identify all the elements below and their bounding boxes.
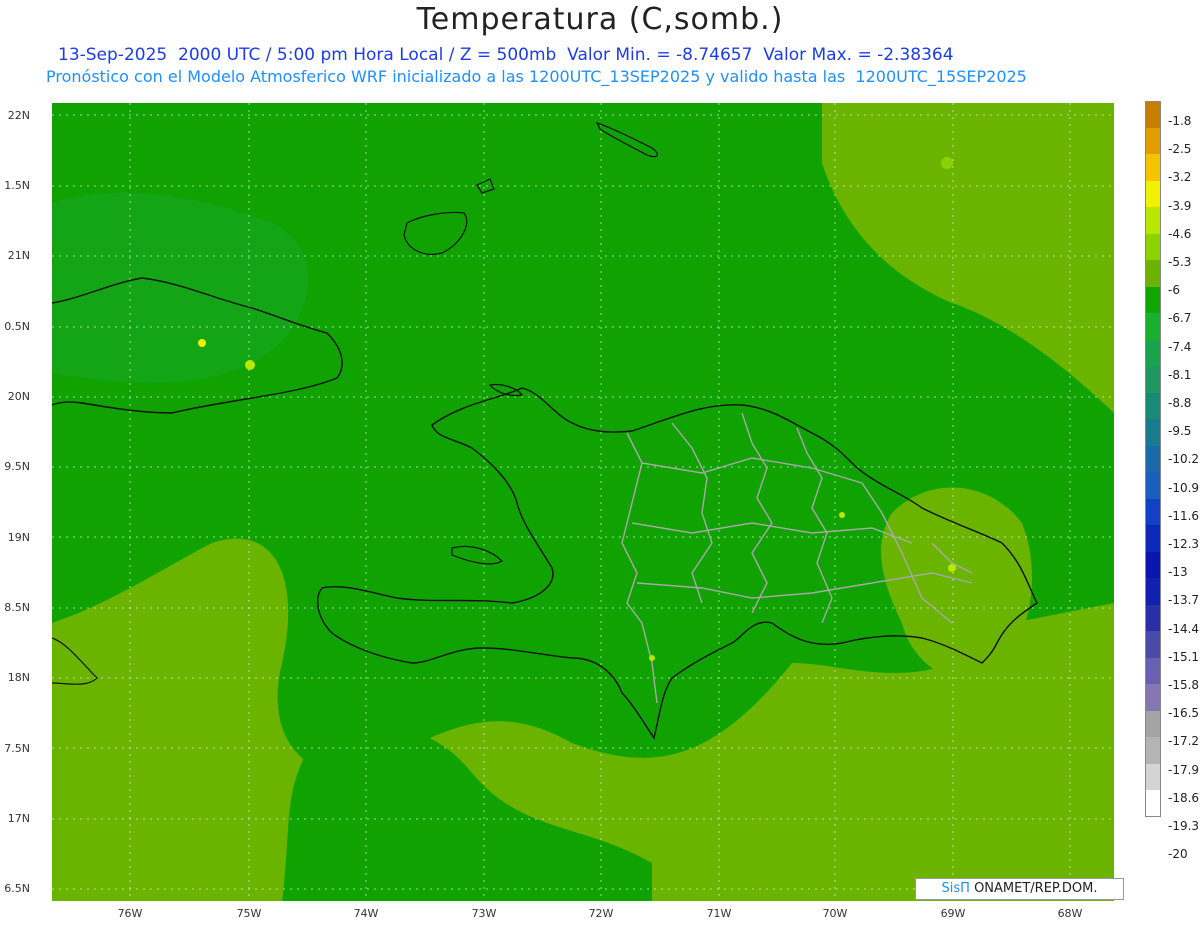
colorbar — [1145, 101, 1161, 817]
brand-logo-text: SisΠ — [941, 881, 970, 896]
lat-label: 8.5N — [4, 601, 30, 614]
colorbar-swatch — [1145, 339, 1161, 366]
colorbar-swatch — [1145, 260, 1161, 287]
colorbar-label: -6.7 — [1168, 311, 1192, 326]
colorbar-swatch — [1145, 790, 1161, 817]
colorbar-swatch — [1145, 207, 1161, 234]
colorbar-label: -9.5 — [1168, 424, 1192, 439]
colorbar-label: -20 — [1168, 847, 1188, 862]
lon-label: 68W — [1057, 907, 1083, 920]
colorbar-label: -1.8 — [1168, 114, 1192, 128]
lat-label: 20N — [7, 390, 30, 403]
colorbar-swatch — [1145, 101, 1161, 128]
colorbar-swatch — [1145, 472, 1161, 499]
colorbar-swatch — [1145, 604, 1161, 631]
colorbar-swatch — [1145, 631, 1161, 658]
lon-label: 71W — [706, 907, 732, 920]
lat-label: 17N — [7, 812, 30, 825]
colorbar-swatch — [1145, 127, 1161, 154]
colorbar-swatch — [1145, 551, 1161, 578]
colorbar-swatch — [1145, 525, 1161, 552]
model-info-subtitle: Pronóstico con el Modelo Atmosferico WRF… — [46, 67, 1027, 86]
colorbar-swatch — [1145, 578, 1161, 605]
colorbar-swatch — [1145, 498, 1161, 525]
colorbar-label: -11.6 — [1168, 508, 1200, 523]
colorbar-swatch — [1145, 684, 1161, 711]
lat-label: 0.5N — [4, 320, 30, 333]
colorbar-label: -3.9 — [1168, 198, 1192, 213]
lat-label: 18N — [7, 671, 30, 684]
colorbar-label: -8.8 — [1168, 396, 1192, 410]
colorbar-label: -14.4 — [1168, 621, 1200, 636]
colorbar-label: -10.2 — [1168, 452, 1200, 467]
colorbar-swatch — [1145, 737, 1161, 764]
lat-label: 19N — [7, 531, 30, 544]
colorbar-swatch — [1145, 710, 1161, 737]
map-title: Temperatura (C,somb.) — [416, 2, 784, 37]
valid-time-subtitle: 13-Sep-2025 2000 UTC / 5:00 pm Hora Loca… — [58, 45, 954, 65]
lat-label: 1.5N — [4, 179, 30, 192]
colorbar-swatch — [1145, 445, 1161, 472]
colorbar-swatch — [1145, 419, 1161, 446]
colorbar-label: -17.9 — [1168, 762, 1200, 777]
colorbar-swatch — [1145, 657, 1161, 684]
colorbar-swatch — [1145, 763, 1161, 790]
colorbar-swatch — [1145, 392, 1161, 419]
colorbar-swatch — [1145, 313, 1161, 340]
colorbar-label: -16.5 — [1168, 706, 1200, 721]
lat-label: 6.5N — [4, 882, 30, 895]
colorbar-label: -17.2 — [1168, 734, 1200, 749]
lon-label: 74W — [353, 907, 379, 920]
colorbar-label: -8.1 — [1168, 367, 1192, 382]
lon-label: 73W — [471, 907, 497, 920]
colorbar-label: -7.4 — [1168, 339, 1192, 354]
lon-label: 75W — [236, 907, 262, 920]
colorbar-label: -15.8 — [1168, 678, 1200, 692]
lon-label: 76W — [117, 907, 143, 920]
lon-label: 70W — [822, 907, 848, 920]
map-canvas — [51, 103, 1114, 901]
colorbar-label: -6 — [1168, 283, 1180, 298]
lon-label: 69W — [940, 907, 966, 920]
colorbar-swatch — [1145, 286, 1161, 313]
colorbar-label: -3.2 — [1168, 170, 1192, 185]
lon-label: 72W — [588, 907, 614, 920]
credit-text: ONAMET/REP.DOM. — [969, 881, 1098, 896]
colorbar-label: -13 — [1168, 565, 1188, 580]
colorbar-label: -13.7 — [1168, 593, 1200, 608]
colorbar-label: -5.3 — [1168, 255, 1192, 269]
colorbar-swatch — [1145, 154, 1161, 181]
colorbar-label: -10.9 — [1168, 480, 1200, 495]
colorbar-label: -4.6 — [1168, 226, 1192, 241]
colorbar-label: -2.5 — [1168, 142, 1192, 157]
lat-label: 21N — [7, 249, 30, 262]
colorbar-label: -12.3 — [1168, 537, 1200, 551]
lat-label: 9.5N — [4, 460, 30, 473]
colorbar-label: -15.1 — [1168, 649, 1200, 664]
lat-label: 22N — [7, 109, 30, 122]
colorbar-label: -18.6 — [1168, 790, 1200, 805]
colorbar-label: -19.3 — [1168, 819, 1200, 833]
colorbar-swatch — [1145, 233, 1161, 260]
temperature-map — [51, 103, 1114, 901]
colorbar-swatch — [1145, 366, 1161, 393]
lat-label: 7.5N — [4, 742, 30, 755]
colorbar-swatch — [1145, 180, 1161, 207]
credit-box: SisΠ ONAMET/REP.DOM. — [915, 878, 1124, 900]
